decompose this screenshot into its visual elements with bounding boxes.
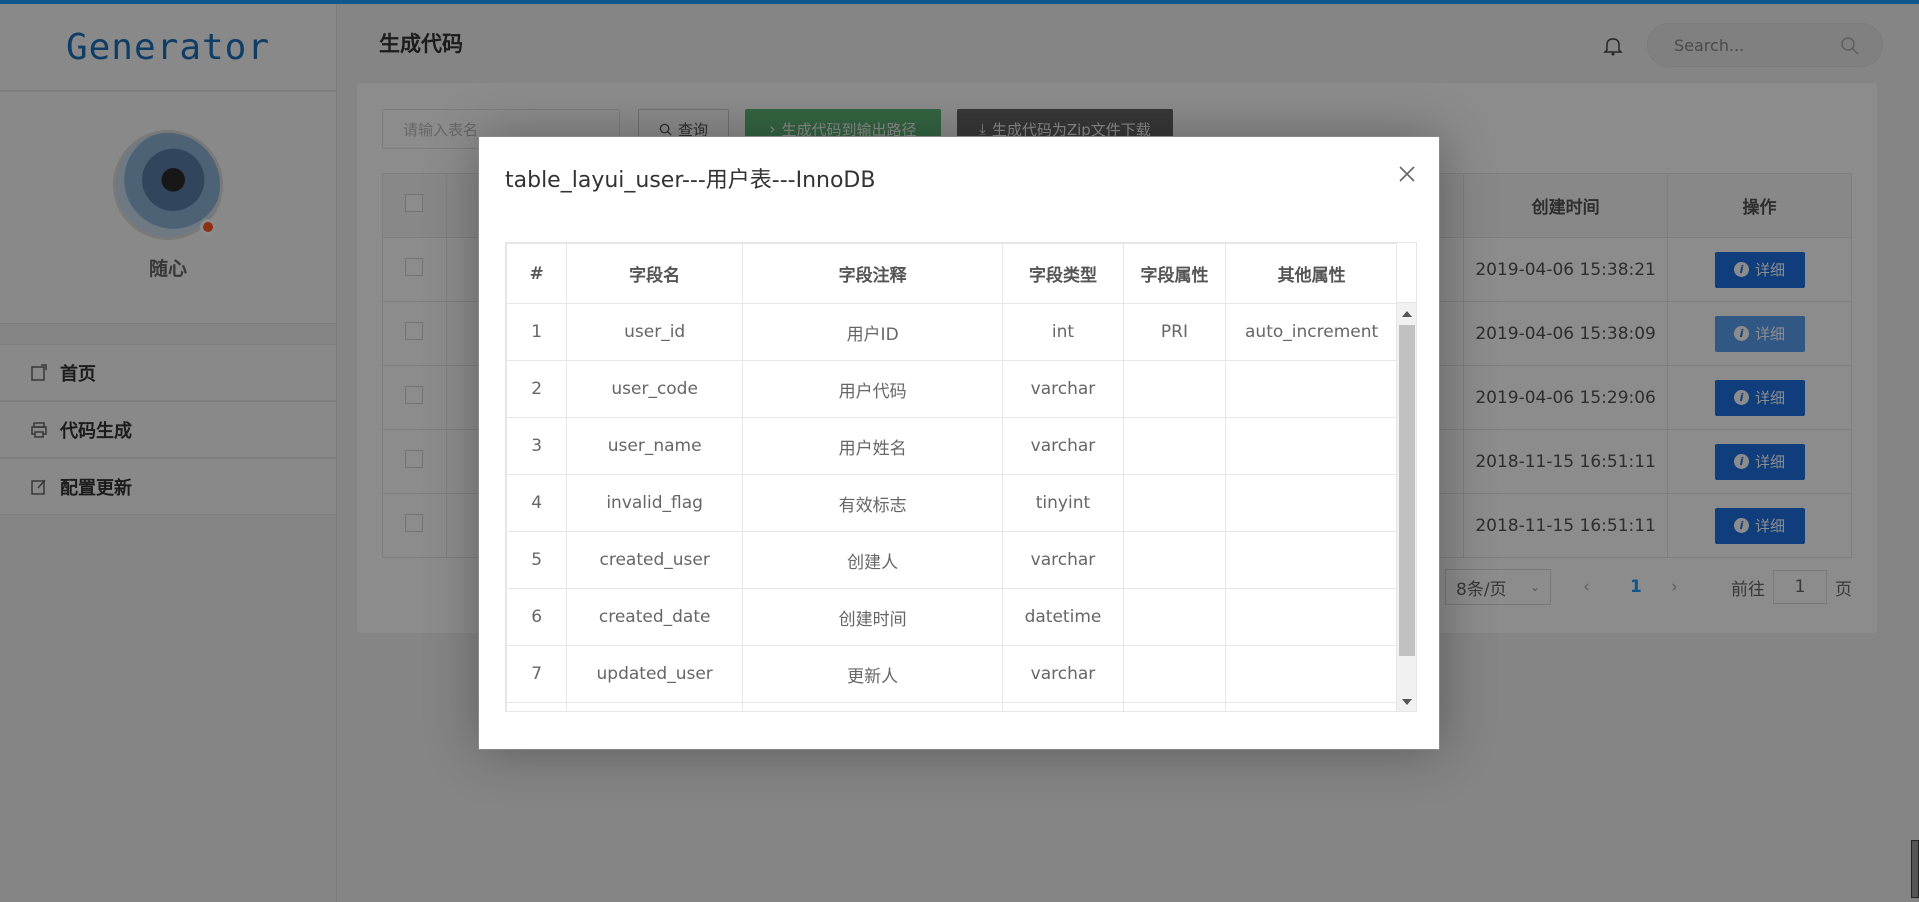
cell-field-comment: 更新人	[742, 645, 1004, 703]
column-header-field-type: 字段类型	[1002, 243, 1124, 304]
cell-field-name: user_id	[566, 303, 744, 361]
column-header-index: #	[506, 243, 568, 304]
cell-field-name: created_user	[566, 531, 744, 589]
vertical-scrollbar[interactable]	[1396, 303, 1416, 711]
cell-field-name: updated_user	[566, 645, 744, 703]
cell-index: 4	[506, 474, 568, 532]
cell-field-comment: 用户ID	[742, 303, 1004, 361]
field-table-container: # 字段名 字段注释 字段类型 字段属性 其他属性 1 user_id 用户ID…	[505, 242, 1417, 712]
header-scroll-gutter	[1396, 243, 1416, 303]
cell-index	[506, 702, 568, 711]
table-row: 1 user_id 用户ID int PRI auto_increment	[506, 303, 1398, 361]
cell-field-comment: 创建时间	[742, 588, 1004, 646]
cell-field-key	[1122, 531, 1227, 589]
cell-index: 6	[506, 588, 568, 646]
table-row: 3 user_name 用户姓名 varchar	[506, 417, 1398, 475]
cell-field-name: user_name	[566, 417, 744, 475]
cell-field-comment: 用户代码	[742, 360, 1004, 418]
cell-field-key	[1122, 360, 1227, 418]
scrollbar-thumb[interactable]	[1399, 325, 1415, 656]
cell-extra	[1225, 702, 1398, 711]
cell-field-name: created_date	[566, 588, 744, 646]
table-row: 2 user_code 用户代码 varchar	[506, 360, 1398, 418]
cell-index: 5	[506, 531, 568, 589]
table-row: 4 invalid_flag 有效标志 tinyint	[506, 474, 1398, 532]
table-row: 5 created_user 创建人 varchar	[506, 531, 1398, 589]
cell-index: 1	[506, 303, 568, 361]
cell-field-key	[1122, 474, 1227, 532]
cell-field-type: varchar	[1002, 531, 1124, 589]
cell-field-key	[1122, 645, 1227, 703]
cell-index: 7	[506, 645, 568, 703]
cell-field-key: PRI	[1122, 303, 1227, 361]
table-row: 7 updated_user 更新人 varchar	[506, 645, 1398, 703]
cell-field-comment: 用户姓名	[742, 417, 1004, 475]
cell-extra	[1225, 417, 1398, 475]
cell-field-type: tinyint	[1002, 474, 1124, 532]
column-header-field-comment: 字段注释	[742, 243, 1004, 304]
table-detail-dialog: table_layui_user---用户表---InnoDB # 字段名 字段…	[478, 136, 1440, 750]
column-header-field-name: 字段名	[566, 243, 744, 304]
cell-extra	[1225, 474, 1398, 532]
cell-field-type: varchar	[1002, 417, 1124, 475]
table-row	[506, 702, 1398, 711]
cell-extra	[1225, 360, 1398, 418]
table-row: 6 created_date 创建时间 datetime	[506, 588, 1398, 646]
cell-extra: auto_increment	[1225, 303, 1398, 361]
cell-field-comment	[742, 702, 1004, 711]
cell-extra	[1225, 588, 1398, 646]
cell-index: 3	[506, 417, 568, 475]
cell-field-type	[1002, 702, 1124, 711]
cell-field-comment: 创建人	[742, 531, 1004, 589]
cell-extra	[1225, 645, 1398, 703]
cell-field-type: varchar	[1002, 360, 1124, 418]
column-header-extra: 其他属性	[1225, 243, 1398, 304]
cell-field-key	[1122, 702, 1227, 711]
dialog-title: table_layui_user---用户表---InnoDB	[505, 168, 876, 193]
cell-field-comment: 有效标志	[742, 474, 1004, 532]
table-header-row: # 字段名 字段注释 字段类型 字段属性 其他属性	[506, 243, 1398, 304]
corner-widget	[1911, 840, 1919, 898]
cell-field-key	[1122, 417, 1227, 475]
cell-field-name: invalid_flag	[566, 474, 744, 532]
cell-field-type: datetime	[1002, 588, 1124, 646]
cell-index: 2	[506, 360, 568, 418]
scroll-down-arrow-icon[interactable]	[1402, 699, 1412, 705]
cell-field-type: int	[1002, 303, 1124, 361]
column-header-field-key: 字段属性	[1122, 243, 1227, 304]
cell-field-key	[1122, 588, 1227, 646]
cell-field-name: user_code	[566, 360, 744, 418]
close-icon[interactable]	[1397, 164, 1417, 184]
cell-extra	[1225, 531, 1398, 589]
cell-field-type: varchar	[1002, 645, 1124, 703]
field-table: # 字段名 字段注释 字段类型 字段属性 其他属性 1 user_id 用户ID…	[506, 243, 1398, 711]
scroll-up-arrow-icon[interactable]	[1402, 311, 1412, 317]
cell-field-name	[566, 702, 744, 711]
